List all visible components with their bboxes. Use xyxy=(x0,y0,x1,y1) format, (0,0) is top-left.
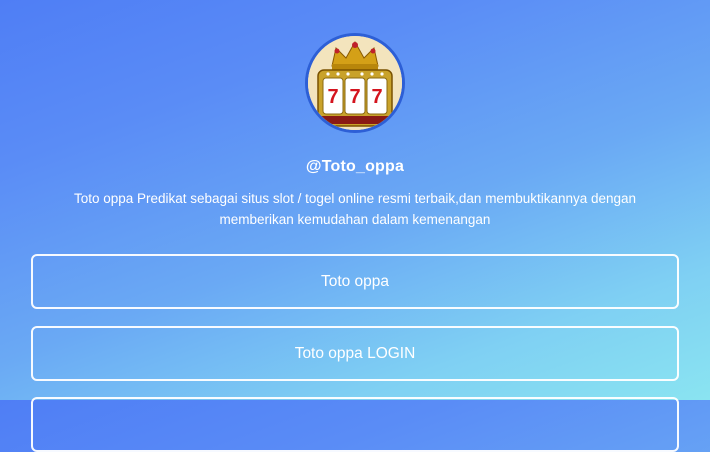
link-button-label: Toto oppa LOGIN xyxy=(294,344,416,362)
slot-machine-icon: 7 7 7 xyxy=(308,36,402,130)
svg-text:7: 7 xyxy=(327,86,338,108)
svg-text:7: 7 xyxy=(349,86,360,108)
link-button-toto-oppa[interactable]: Toto oppa xyxy=(31,254,679,309)
profile-bio: Toto oppa Predikat sebagai situs slot / … xyxy=(73,191,637,227)
link-button-label: Toto oppa xyxy=(320,272,390,290)
profile-handle: @Toto_oppa xyxy=(305,158,405,175)
link-button-toto-oppa-login[interactable]: Toto oppa LOGIN xyxy=(31,326,679,381)
avatar: 7 7 7 xyxy=(305,33,405,133)
svg-text:7: 7 xyxy=(371,86,382,108)
link-button-third[interactable] xyxy=(31,397,679,452)
